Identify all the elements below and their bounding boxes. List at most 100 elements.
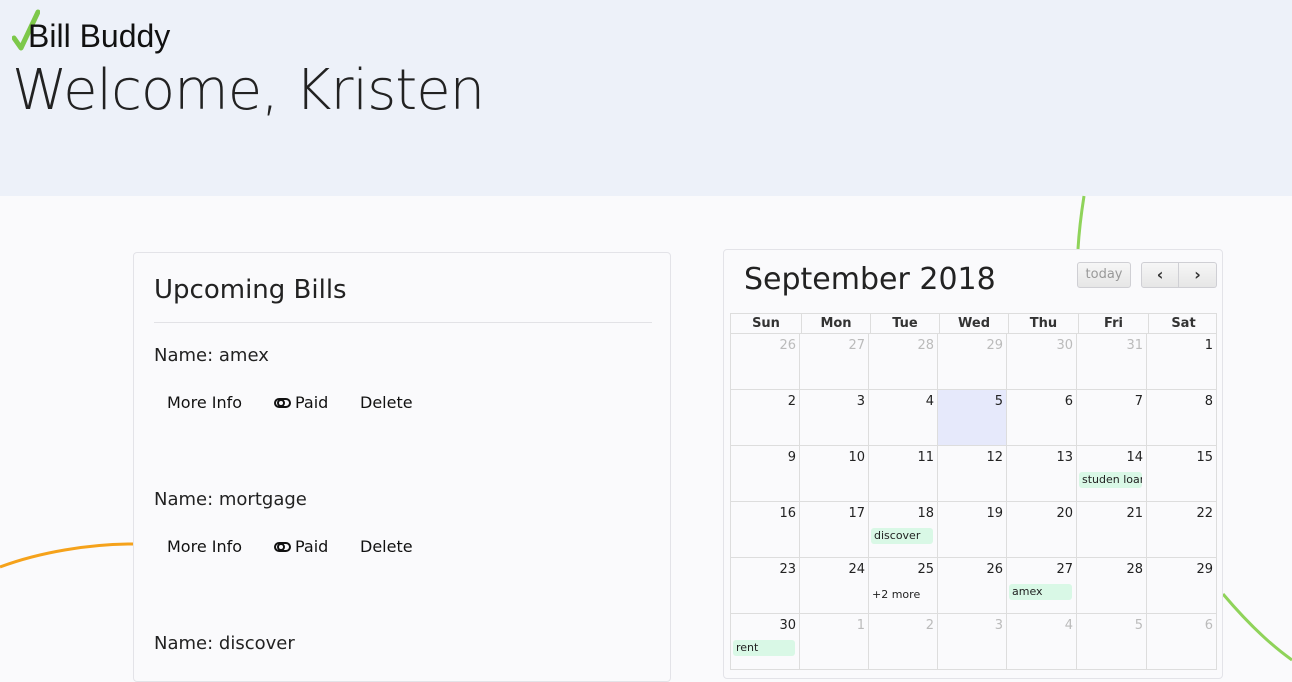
day-number: 28 — [1126, 562, 1143, 577]
weekday-label: Wed — [939, 314, 1008, 334]
weekday-label: Tue — [870, 314, 939, 334]
day-number: 24 — [848, 562, 865, 577]
calendar-day[interactable]: 14 studen loan — [1077, 446, 1147, 502]
calendar-day[interactable]: 1 — [1147, 334, 1217, 390]
divider — [154, 322, 652, 323]
calendar-day[interactable]: 30 — [1007, 334, 1077, 390]
calendar-day[interactable]: 26 — [730, 334, 800, 390]
day-number: 1 — [856, 618, 865, 633]
calendar-day[interactable]: 4 — [869, 390, 938, 446]
day-number: 27 — [1056, 562, 1073, 577]
day-number: 4 — [1064, 618, 1073, 633]
calendar-day[interactable]: 12 — [938, 446, 1007, 502]
next-month-button[interactable]: › — [1179, 262, 1217, 288]
more-info-button[interactable]: More Info — [167, 537, 242, 556]
bill-name: Name: amex — [154, 345, 269, 366]
day-number: 8 — [1204, 394, 1213, 409]
calendar-day[interactable]: 9 — [730, 446, 800, 502]
paid-label: Paid — [295, 393, 329, 412]
day-number: 6 — [1064, 394, 1073, 409]
day-number: 9 — [787, 450, 796, 465]
calendar-day[interactable]: 27 amex — [1007, 558, 1077, 614]
calendar-day[interactable]: 29 — [938, 334, 1007, 390]
calendar-event[interactable]: studen loan — [1079, 472, 1142, 488]
day-number: 28 — [917, 338, 934, 353]
weekday-label: Thu — [1008, 314, 1078, 334]
calendar-day[interactable]: 19 — [938, 502, 1007, 558]
calendar-day[interactable]: 11 — [869, 446, 938, 502]
day-number: 20 — [1056, 506, 1073, 521]
day-number: 6 — [1204, 618, 1213, 633]
calendar-day[interactable]: 4 — [1007, 614, 1077, 670]
calendar-day[interactable]: 7 — [1077, 390, 1147, 446]
day-number: 12 — [986, 450, 1003, 465]
panel-title: Upcoming Bills — [154, 275, 347, 305]
calendar-day[interactable]: 1 — [800, 614, 869, 670]
calendar-title: September 2018 — [744, 262, 996, 297]
prev-month-button[interactable]: ‹ — [1141, 262, 1179, 288]
calendar-day[interactable]: 27 — [800, 334, 869, 390]
calendar-day[interactable]: 6 — [1147, 614, 1217, 670]
calendar-day[interactable]: 31 — [1077, 334, 1147, 390]
welcome-heading: Welcome, Kristen — [12, 58, 485, 123]
calendar-day[interactable]: 30 rent — [730, 614, 800, 670]
toggle-icon — [274, 541, 291, 552]
today-button[interactable]: today — [1077, 262, 1131, 288]
calendar-day[interactable]: 28 — [1077, 558, 1147, 614]
calendar-day[interactable]: 3 — [800, 390, 869, 446]
day-number: 5 — [1134, 618, 1143, 633]
weekday-label: Sat — [1148, 314, 1218, 334]
more-info-button[interactable]: More Info — [167, 393, 242, 412]
calendar-day[interactable]: 2 — [730, 390, 800, 446]
calendar-day[interactable]: 10 — [800, 446, 869, 502]
calendar-day[interactable]: 3 — [938, 614, 1007, 670]
paid-toggle[interactable]: Paid — [274, 393, 328, 412]
calendar-week: 26 27 28 29 30 31 1 — [730, 334, 1217, 390]
day-number: 17 — [848, 506, 865, 521]
calendar-day[interactable]: 23 — [730, 558, 800, 614]
calendar-day[interactable]: 29 — [1147, 558, 1217, 614]
calendar-day[interactable]: 6 — [1007, 390, 1077, 446]
calendar-day[interactable]: 16 — [730, 502, 800, 558]
day-number: 19 — [986, 506, 1003, 521]
weekday-label: Sun — [752, 316, 780, 331]
more-events-link[interactable]: +2 more — [872, 588, 920, 601]
bill-name: Name: mortgage — [154, 489, 307, 510]
calendar-day[interactable]: 5 — [1077, 614, 1147, 670]
calendar-day[interactable]: 8 — [1147, 390, 1217, 446]
day-number: 27 — [848, 338, 865, 353]
calendar-event[interactable]: rent — [733, 640, 795, 656]
calendar-day[interactable]: 2 — [869, 614, 938, 670]
calendar-day[interactable]: 22 — [1147, 502, 1217, 558]
calendar-day[interactable]: 20 — [1007, 502, 1077, 558]
paid-label: Paid — [295, 537, 329, 556]
day-number: 26 — [986, 562, 1003, 577]
day-number: 18 — [917, 506, 934, 521]
delete-button[interactable]: Delete — [360, 393, 413, 412]
calendar-day[interactable]: 21 — [1077, 502, 1147, 558]
calendar-day[interactable]: 15 — [1147, 446, 1217, 502]
paid-toggle[interactable]: Paid — [274, 537, 328, 556]
day-number: 23 — [779, 562, 796, 577]
day-number: 21 — [1126, 506, 1143, 521]
day-number: 29 — [986, 338, 1003, 353]
calendar-day[interactable]: 25 +2 more — [869, 558, 938, 614]
calendar-day[interactable]: 24 — [800, 558, 869, 614]
calendar-day[interactable]: 13 — [1007, 446, 1077, 502]
calendar-panel: September 2018 today ‹ › Sun Mon Tue Wed Thu… — [723, 249, 1223, 679]
calendar-event[interactable]: amex — [1009, 584, 1072, 600]
delete-button[interactable]: Delete — [360, 537, 413, 556]
calendar-day[interactable]: 28 — [869, 334, 938, 390]
calendar-event[interactable]: discover — [871, 528, 933, 544]
day-number: 1 — [1204, 338, 1213, 353]
app-name: Bill Buddy — [28, 18, 171, 54]
calendar-day[interactable]: 17 — [800, 502, 869, 558]
day-number: 25 — [917, 562, 934, 577]
calendar-day[interactable]: 26 — [938, 558, 1007, 614]
upcoming-bills-panel: Upcoming Bills Name: amex More Info Paid… — [133, 252, 671, 682]
calendar-day-today[interactable]: 5 — [938, 390, 1007, 446]
calendar-day[interactable]: 18 discover — [869, 502, 938, 558]
day-number: 4 — [925, 394, 934, 409]
calendar-week: 9 10 11 12 13 14 studen loan 15 — [730, 446, 1217, 502]
day-number: 15 — [1196, 450, 1213, 465]
